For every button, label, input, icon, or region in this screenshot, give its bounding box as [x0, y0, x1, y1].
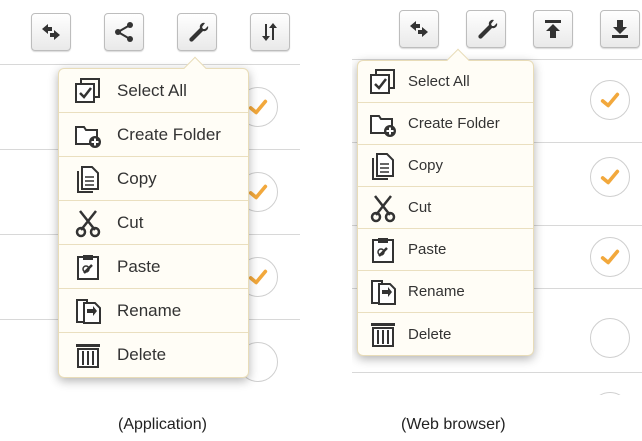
menu-item-label: Rename [117, 300, 182, 320]
menu-item-label: Create Folder [117, 124, 221, 144]
sort-icon [262, 23, 277, 41]
checkmark-icon [600, 169, 620, 185]
back-arrows-icon [410, 21, 428, 37]
menu-item-rename[interactable]: Rename [59, 289, 248, 333]
wrench-icon [189, 22, 209, 42]
menu-item-label: Select All [408, 73, 470, 90]
context-menu: Select All Create Folder Copy Cut Paste … [58, 56, 249, 378]
menu-item-label: Copy [117, 168, 157, 188]
menu-item-create-folder[interactable]: Create Folder [59, 113, 248, 157]
wrench-button[interactable] [466, 10, 506, 48]
paste-icon [59, 252, 117, 282]
wrench-button[interactable] [177, 13, 217, 51]
menu-item-copy[interactable]: Copy [358, 145, 533, 187]
create-folder-icon [59, 120, 117, 150]
file-checkbox[interactable] [590, 157, 630, 197]
menu-item-rename[interactable]: Rename [358, 271, 533, 313]
checkmark-icon [248, 184, 268, 200]
web-browser-caption: (Web browser) [401, 416, 506, 433]
checkmark-icon [248, 269, 268, 285]
menu-item-label: Create Folder [408, 115, 500, 132]
application-panel: Select All Create Folder Copy Cut Paste … [0, 0, 300, 395]
menu-item-label: Select All [117, 80, 187, 100]
menu-item-copy[interactable]: Copy [59, 157, 248, 201]
checkmark-icon [600, 92, 620, 108]
share-button[interactable] [104, 13, 144, 51]
upload-icon [545, 20, 561, 38]
list-divider [0, 64, 300, 65]
menu-item-paste[interactable]: Paste [59, 245, 248, 289]
menu-item-cut[interactable]: Cut [59, 201, 248, 245]
back-arrows-button[interactable] [399, 10, 439, 48]
menu-item-create-folder[interactable]: Create Folder [358, 103, 533, 145]
list-divider [352, 372, 642, 373]
menu-item-label: Cut [408, 199, 432, 216]
menu-item-label: Delete [408, 325, 452, 343]
menu-item-delete[interactable]: Delete [59, 333, 248, 377]
select-all-icon [59, 76, 117, 106]
download-button[interactable] [600, 10, 640, 48]
wrench-icon [478, 19, 498, 39]
menu-item-delete[interactable]: Delete [358, 313, 533, 355]
rename-icon [358, 277, 408, 307]
menu-item-select-all[interactable]: Select All [59, 69, 248, 113]
menu-item-select-all[interactable]: Select All [358, 61, 533, 103]
application-caption: (Application) [118, 416, 207, 433]
back-arrows-icon [42, 24, 60, 40]
select-all-icon [358, 67, 408, 97]
rename-icon [59, 296, 117, 326]
checkmark-icon [248, 99, 268, 115]
menu-item-label: Copy [408, 157, 444, 174]
context-menu: Select All Create Folder Copy Cut Paste … [357, 48, 534, 356]
upload-button[interactable] [533, 10, 573, 48]
menu-item-cut[interactable]: Cut [358, 187, 533, 229]
file-checkbox[interactable] [590, 392, 630, 395]
menu-item-label: Delete [117, 345, 167, 364]
share-icon [115, 22, 133, 42]
download-icon [612, 20, 628, 38]
copy-icon [59, 164, 117, 194]
scissors-icon [358, 193, 408, 223]
file-checkbox[interactable] [590, 80, 630, 120]
paste-icon [358, 235, 408, 265]
back-arrows-button[interactable] [31, 13, 71, 51]
sort-button[interactable] [250, 13, 290, 51]
web-browser-panel: Select All Create Folder Copy Cut Paste … [352, 0, 642, 395]
checkmark-icon [600, 249, 620, 265]
menu-item-label: Rename [408, 283, 465, 300]
trash-icon [358, 319, 408, 349]
create-folder-icon [358, 109, 408, 139]
file-checkbox[interactable] [590, 237, 630, 277]
copy-icon [358, 151, 408, 181]
menu-item-label: Cut [117, 212, 144, 232]
scissors-icon [59, 208, 117, 238]
menu-item-label: Paste [117, 256, 161, 276]
file-checkbox[interactable] [590, 318, 630, 358]
menu-item-paste[interactable]: Paste [358, 229, 533, 271]
menu-item-label: Paste [408, 241, 447, 258]
trash-icon [59, 340, 117, 370]
